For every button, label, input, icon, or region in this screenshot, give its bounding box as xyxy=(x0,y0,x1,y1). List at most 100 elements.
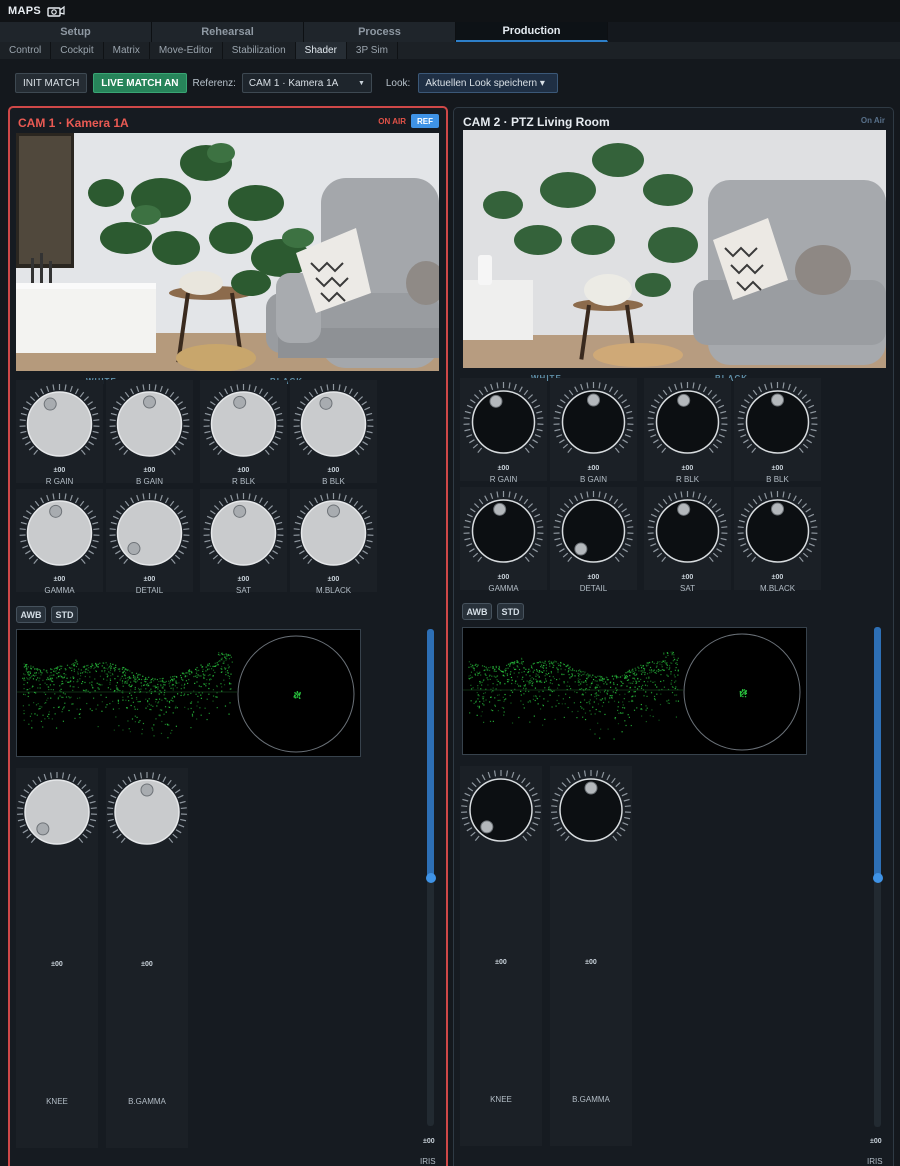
knob-tick xyxy=(805,508,811,513)
knee-knob[interactable]: ±00 KNEE xyxy=(460,766,542,1146)
knob-tick xyxy=(267,505,274,511)
iris-slider[interactable] xyxy=(873,627,883,1127)
iris-slider[interactable] xyxy=(426,629,436,1126)
knob-tick xyxy=(648,410,655,414)
m-black-knob[interactable]: ±00 M.BLACK xyxy=(290,489,377,595)
knob-indicator-dot xyxy=(36,822,50,836)
b-gain-knob[interactable]: ±00 B GAIN xyxy=(550,378,637,484)
b-gain-knob[interactable]: ±00 B GAIN xyxy=(106,380,193,486)
m-black-knob[interactable]: ±00 M.BLACK xyxy=(734,487,821,593)
scope-display xyxy=(17,635,355,753)
b-gamma-knob[interactable]: ±00 B.GAMMA xyxy=(550,766,632,1146)
knob-tick xyxy=(721,526,728,529)
knob-tick xyxy=(534,513,541,518)
look-select[interactable]: Aktuellen Look speichern ▾ xyxy=(418,73,559,93)
knob-tick xyxy=(513,492,517,499)
knob-tick xyxy=(83,396,90,402)
knob-tick xyxy=(361,401,367,406)
tab-rehearsal[interactable]: Rehearsal xyxy=(152,22,304,42)
knob-tick xyxy=(737,417,744,420)
iris-slider-handle[interactable] xyxy=(873,873,883,883)
subtab-stabilization[interactable]: Stabilization xyxy=(223,42,296,59)
knob-tick xyxy=(808,513,815,518)
r-blk-knob[interactable]: ±00 R BLK xyxy=(644,378,731,484)
subtab-matrix[interactable]: Matrix xyxy=(104,42,150,59)
knob-tick xyxy=(464,519,471,523)
knob-tick xyxy=(180,406,187,411)
knob-tick xyxy=(171,784,177,790)
knob-tick xyxy=(294,539,301,543)
knob-tick xyxy=(115,550,121,555)
knob-tick xyxy=(654,508,660,513)
b-blk-knob[interactable]: ±00 B BLK xyxy=(290,380,377,486)
subtab-control[interactable]: Control xyxy=(0,42,52,59)
std-button[interactable]: STD xyxy=(497,603,524,620)
gamma-knob[interactable]: ±00 GAMMA xyxy=(460,487,547,593)
std-button[interactable]: STD xyxy=(51,606,78,623)
knob-tick xyxy=(624,404,631,409)
awb-button[interactable]: AWB xyxy=(16,606,46,623)
b-blk-knob[interactable]: ±00 B BLK xyxy=(734,378,821,484)
knob-tick xyxy=(798,556,804,563)
subtab-shader[interactable]: Shader xyxy=(295,42,347,59)
detail-knob[interactable]: ±00 DETAIL xyxy=(106,489,193,595)
knob-tick xyxy=(534,404,541,409)
subtab-cockpit[interactable]: Cockpit xyxy=(51,42,104,59)
r-blk-knob[interactable]: ±00 R BLK xyxy=(200,380,287,486)
tab-production[interactable]: Production xyxy=(456,22,608,42)
b-gamma-knob[interactable]: ±00 B.GAMMA xyxy=(106,768,188,1148)
knob-tick xyxy=(174,789,181,794)
gamma-knob[interactable]: ±00 GAMMA xyxy=(16,489,103,595)
subtab-3p-sim[interactable]: 3P Sim xyxy=(347,42,398,59)
iris-slider-handle[interactable] xyxy=(426,873,436,883)
knob-tick xyxy=(746,552,753,558)
sat-knob[interactable]: ±00 SAT xyxy=(644,487,731,593)
knob-tick xyxy=(622,439,628,444)
tab-setup[interactable]: Setup xyxy=(0,22,152,42)
detail-knob[interactable]: ±00 DETAIL xyxy=(550,487,637,593)
knob-tick xyxy=(93,528,100,531)
knob-tick xyxy=(532,548,538,553)
knob-label: B BLK xyxy=(766,475,789,484)
knob-tick xyxy=(662,389,668,396)
awb-button[interactable]: AWB xyxy=(462,603,492,620)
knob-label: GAMMA xyxy=(488,584,519,593)
knob-tick xyxy=(218,500,224,507)
init-match-button[interactable]: INIT MATCH xyxy=(15,73,88,93)
r-gain-knob[interactable]: ±00 R GAIN xyxy=(16,380,103,486)
live-match-button[interactable]: LIVE MATCH AN xyxy=(93,73,187,93)
r-gain-knob[interactable]: ±00 R GAIN xyxy=(460,378,547,484)
knob-tick xyxy=(496,491,499,498)
knob-tick xyxy=(113,789,120,794)
knob-tick xyxy=(84,554,91,560)
knob-tick xyxy=(19,824,26,828)
knob-tick xyxy=(661,556,667,563)
knob-tick xyxy=(490,492,494,499)
knob-tick xyxy=(708,556,714,563)
knob-tick xyxy=(556,827,563,832)
knee-knob[interactable]: ±00 KNEE xyxy=(16,768,98,1148)
knob-tick xyxy=(715,508,721,513)
knob-tick xyxy=(272,441,278,446)
knob-tick xyxy=(527,503,534,509)
knob-tick xyxy=(364,406,371,411)
tab-process[interactable]: Process xyxy=(304,22,456,42)
knob-tick xyxy=(34,391,40,398)
knob-tick xyxy=(236,384,239,391)
knob-tick xyxy=(180,515,187,520)
ref-badge[interactable]: REF xyxy=(411,114,439,128)
knob-tick xyxy=(496,382,499,389)
reference-select[interactable]: CAM 1 · Kamera 1A ▼ xyxy=(241,73,372,93)
knob-tick xyxy=(264,558,270,565)
knob-value: ±00 xyxy=(497,574,510,581)
knob-tick xyxy=(737,526,744,529)
knob-tick xyxy=(782,382,785,389)
knob-tick xyxy=(648,537,655,541)
knob-tick xyxy=(29,396,36,402)
sat-knob[interactable]: ±00 SAT xyxy=(200,489,287,595)
knob-tick xyxy=(810,428,817,432)
subtab-move-editor[interactable]: Move-Editor xyxy=(150,42,223,59)
knob-tick xyxy=(40,388,45,395)
knob-tick xyxy=(552,798,559,802)
knob-tick xyxy=(661,447,667,454)
